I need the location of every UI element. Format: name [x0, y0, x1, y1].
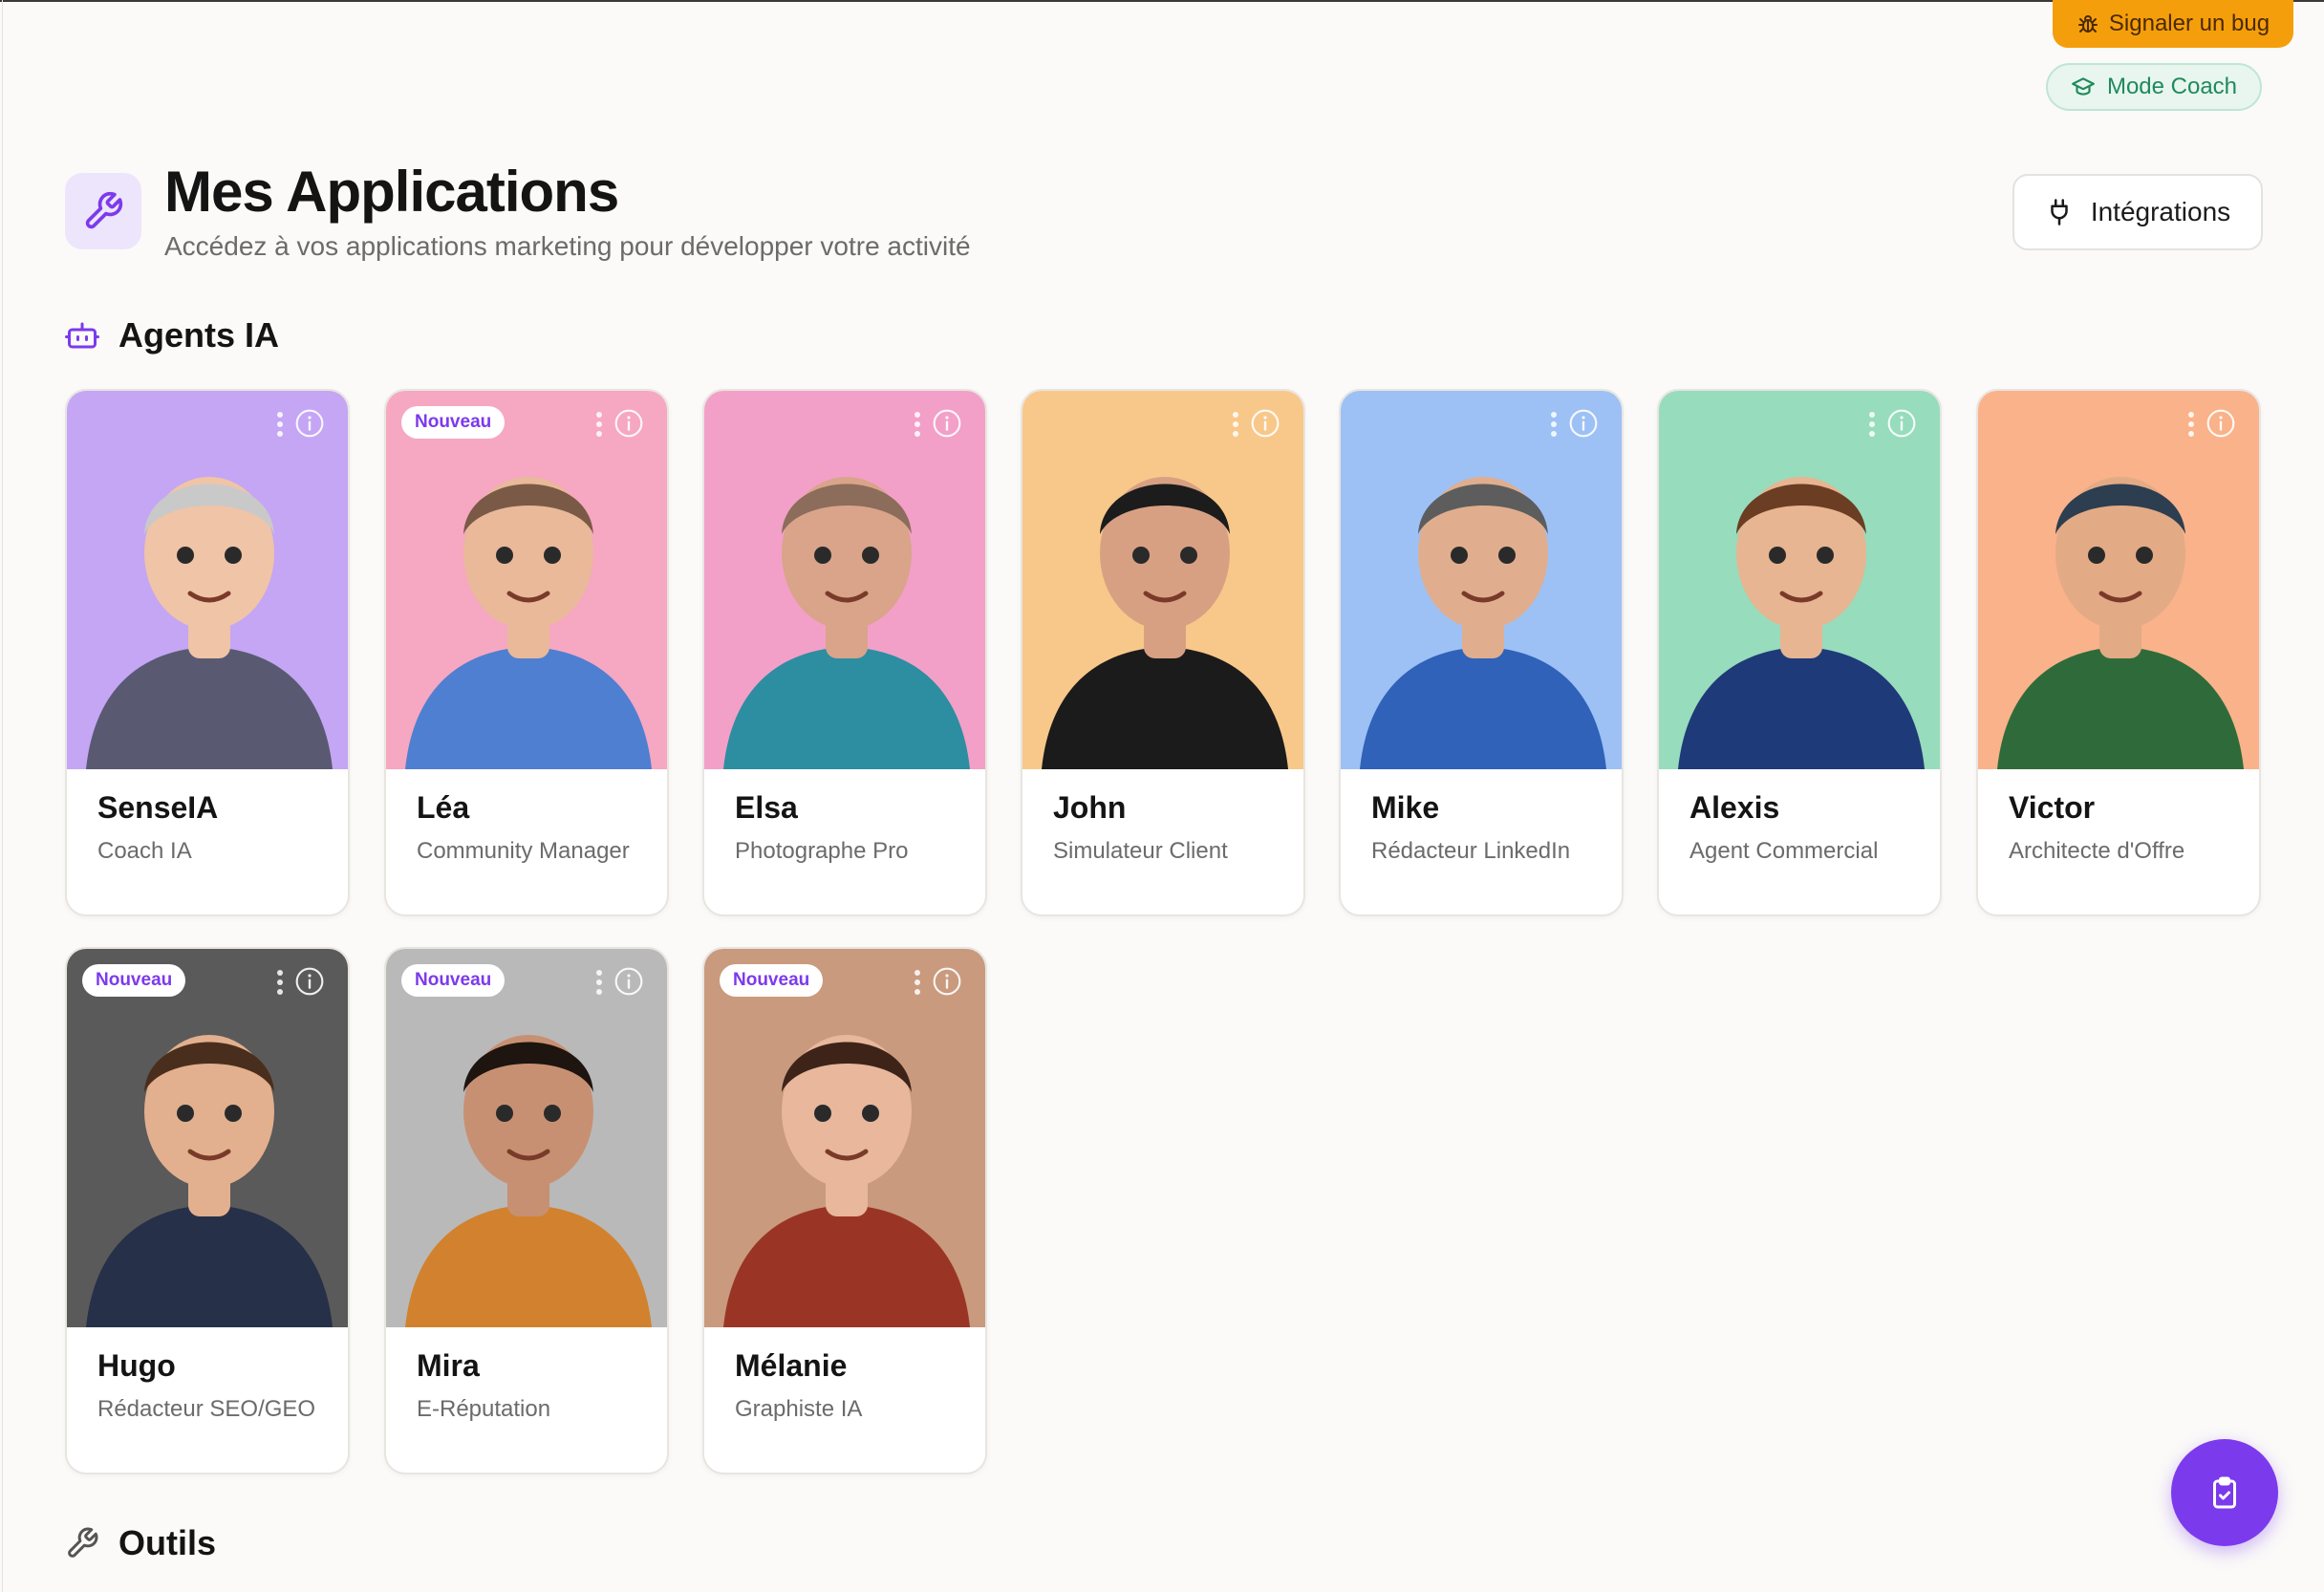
- new-badge: Nouveau: [401, 964, 506, 997]
- agent-photo: [704, 391, 985, 769]
- info-icon[interactable]: [613, 408, 644, 439]
- agent-card[interactable]: Nouveau Hugo Rédacteur SEO/GEO: [65, 947, 350, 1474]
- avatar-illustration: [86, 477, 333, 769]
- agent-name: Elsa: [735, 790, 798, 825]
- agent-card[interactable]: Victor Architecte d'Offre: [1976, 389, 2261, 916]
- agent-role: Agent Commercial: [1689, 838, 1879, 864]
- info-icon[interactable]: [294, 408, 325, 439]
- page-icon: [65, 173, 141, 249]
- agent-photo: [1978, 391, 2259, 769]
- info-icon[interactable]: [294, 966, 325, 997]
- agent-card[interactable]: SenseIA Coach IA: [65, 389, 350, 916]
- wrench-icon: [85, 191, 123, 229]
- agent-photo: [386, 949, 667, 1327]
- more-options-icon[interactable]: [1549, 410, 1559, 439]
- agent-role: Simulateur Client: [1053, 838, 1228, 864]
- agent-name: Alexis: [1689, 790, 1780, 825]
- page-subtitle: Accédez à vos applications marketing pou…: [164, 231, 971, 261]
- agent-role: Rédacteur SEO/GEO: [97, 1396, 316, 1422]
- info-icon[interactable]: [1886, 408, 1917, 439]
- more-options-icon[interactable]: [2186, 410, 2196, 439]
- avatar-illustration: [723, 1035, 970, 1327]
- info-icon[interactable]: [1250, 408, 1280, 439]
- agent-role: Community Manager: [417, 838, 630, 864]
- agent-card[interactable]: Alexis Agent Commercial: [1657, 389, 1942, 916]
- agent-role: Coach IA: [97, 838, 192, 864]
- wrench-icon: [68, 1527, 98, 1558]
- agent-role: E-Réputation: [417, 1396, 551, 1422]
- robot-icon: [65, 322, 99, 349]
- avatar-illustration: [405, 477, 652, 769]
- graduation-cap-icon: [2072, 77, 2095, 96]
- more-options-icon[interactable]: [594, 968, 604, 997]
- agent-name: Léa: [417, 790, 470, 825]
- clipboard-check-icon: [2213, 1476, 2236, 1509]
- report-bug-button[interactable]: Signaler un bug: [2053, 0, 2293, 48]
- agents-section-title: Agents IA: [118, 315, 280, 355]
- plug-icon: [2051, 199, 2068, 226]
- window-top-border: [0, 0, 2324, 2]
- integrations-label: Intégrations: [2090, 197, 2231, 226]
- avatar-illustration: [723, 477, 970, 769]
- agent-name: Victor: [2009, 790, 2096, 825]
- agent-photo: [704, 949, 985, 1327]
- avatar-illustration: [1042, 477, 1288, 769]
- avatar-illustration: [405, 1035, 652, 1327]
- agent-photo: [1022, 391, 1303, 769]
- more-options-icon[interactable]: [275, 968, 285, 997]
- tools-section-header: Outils: [65, 1523, 216, 1563]
- more-options-icon[interactable]: [1867, 410, 1877, 439]
- bug-icon: [2077, 15, 2098, 32]
- agent-name: Hugo: [97, 1348, 176, 1383]
- integrations-button[interactable]: Intégrations: [2012, 174, 2263, 250]
- more-options-icon[interactable]: [594, 410, 604, 439]
- new-badge: Nouveau: [82, 964, 186, 997]
- agent-name: John: [1053, 790, 1127, 825]
- window-left-border: [2, 0, 3, 1592]
- agent-card[interactable]: Elsa Photographe Pro: [702, 389, 987, 916]
- tools-section-title: Outils: [118, 1523, 217, 1562]
- report-bug-label: Signaler un bug: [2108, 11, 2270, 36]
- agent-card[interactable]: Nouveau Léa Community Manager: [384, 389, 669, 916]
- page-title: Mes Applications: [164, 160, 619, 224]
- agent-role: Graphiste IA: [735, 1396, 863, 1422]
- agent-card[interactable]: John Simulateur Client: [1021, 389, 1305, 916]
- avatar-illustration: [86, 1035, 333, 1327]
- avatar-illustration: [1997, 477, 2244, 769]
- coach-mode-button[interactable]: Mode Coach: [2046, 63, 2262, 111]
- more-options-icon[interactable]: [913, 968, 922, 997]
- coach-mode-label: Mode Coach: [2106, 74, 2238, 99]
- more-options-icon[interactable]: [275, 410, 285, 439]
- more-options-icon[interactable]: [1231, 410, 1240, 439]
- agent-name: Mira: [417, 1348, 480, 1383]
- info-icon[interactable]: [613, 966, 644, 997]
- more-options-icon[interactable]: [913, 410, 922, 439]
- agent-photo: [1341, 391, 1622, 769]
- agents-section-header: Agents IA: [65, 315, 279, 355]
- info-icon[interactable]: [1568, 408, 1599, 439]
- agent-photo: [67, 949, 348, 1327]
- agent-name: Mike: [1371, 790, 1440, 825]
- new-badge: Nouveau: [401, 406, 506, 439]
- agent-role: Photographe Pro: [735, 838, 909, 864]
- agent-name: Mélanie: [735, 1348, 848, 1383]
- agent-card[interactable]: Mike Rédacteur LinkedIn: [1339, 389, 1624, 916]
- clipboard-fab-button[interactable]: [2171, 1439, 2278, 1546]
- agent-name: SenseIA: [97, 790, 219, 825]
- new-badge: Nouveau: [720, 964, 824, 997]
- avatar-illustration: [1360, 477, 1606, 769]
- info-icon[interactable]: [932, 408, 962, 439]
- agent-card[interactable]: Nouveau Mira E-Réputation: [384, 947, 669, 1474]
- agent-role: Architecte d'Offre: [2009, 838, 2185, 864]
- info-icon[interactable]: [2206, 408, 2236, 439]
- agent-role: Rédacteur LinkedIn: [1371, 838, 1571, 864]
- agent-photo: [67, 391, 348, 769]
- agent-photo: [386, 391, 667, 769]
- info-icon[interactable]: [932, 966, 962, 997]
- avatar-illustration: [1678, 477, 1925, 769]
- agent-photo: [1659, 391, 1940, 769]
- agent-card[interactable]: Nouveau Mélanie Graphiste IA: [702, 947, 987, 1474]
